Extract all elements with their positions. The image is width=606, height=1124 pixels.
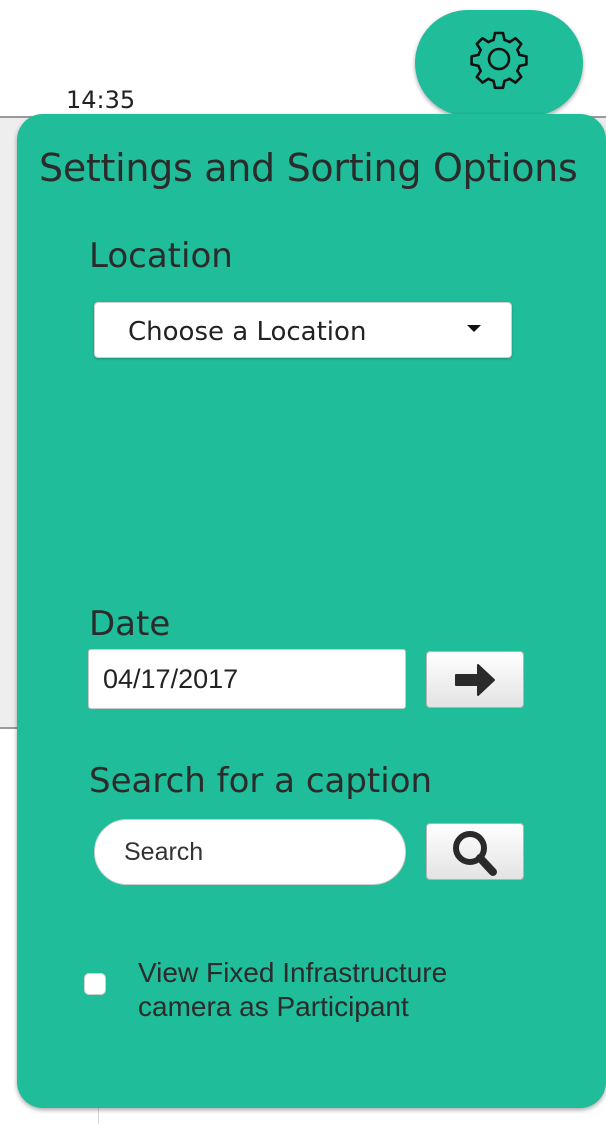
search-input[interactable] xyxy=(94,819,406,885)
search-button[interactable] xyxy=(426,823,524,880)
arrow-right-icon xyxy=(455,663,495,696)
chevron-down-icon xyxy=(467,325,481,332)
date-label: Date xyxy=(89,604,171,644)
caption-search-label: Search for a caption xyxy=(89,761,433,801)
date-submit-button[interactable] xyxy=(426,651,524,708)
settings-button[interactable] xyxy=(415,10,583,116)
location-label: Location xyxy=(89,236,233,276)
location-select[interactable]: Choose a Location xyxy=(94,302,512,358)
gear-icon xyxy=(470,31,528,90)
fixed-camera-label: View Fixed Infrastructure camera as Part… xyxy=(138,957,448,1022)
settings-panel: Settings and Sorting Options Location Ch… xyxy=(17,114,606,1108)
date-input[interactable] xyxy=(88,649,406,709)
fixed-camera-checkbox[interactable] xyxy=(84,973,106,995)
location-select-value: Choose a Location xyxy=(128,317,367,347)
panel-title: Settings and Sorting Options xyxy=(39,146,578,190)
time-display: 14:35 xyxy=(66,86,136,114)
search-icon xyxy=(453,830,497,876)
